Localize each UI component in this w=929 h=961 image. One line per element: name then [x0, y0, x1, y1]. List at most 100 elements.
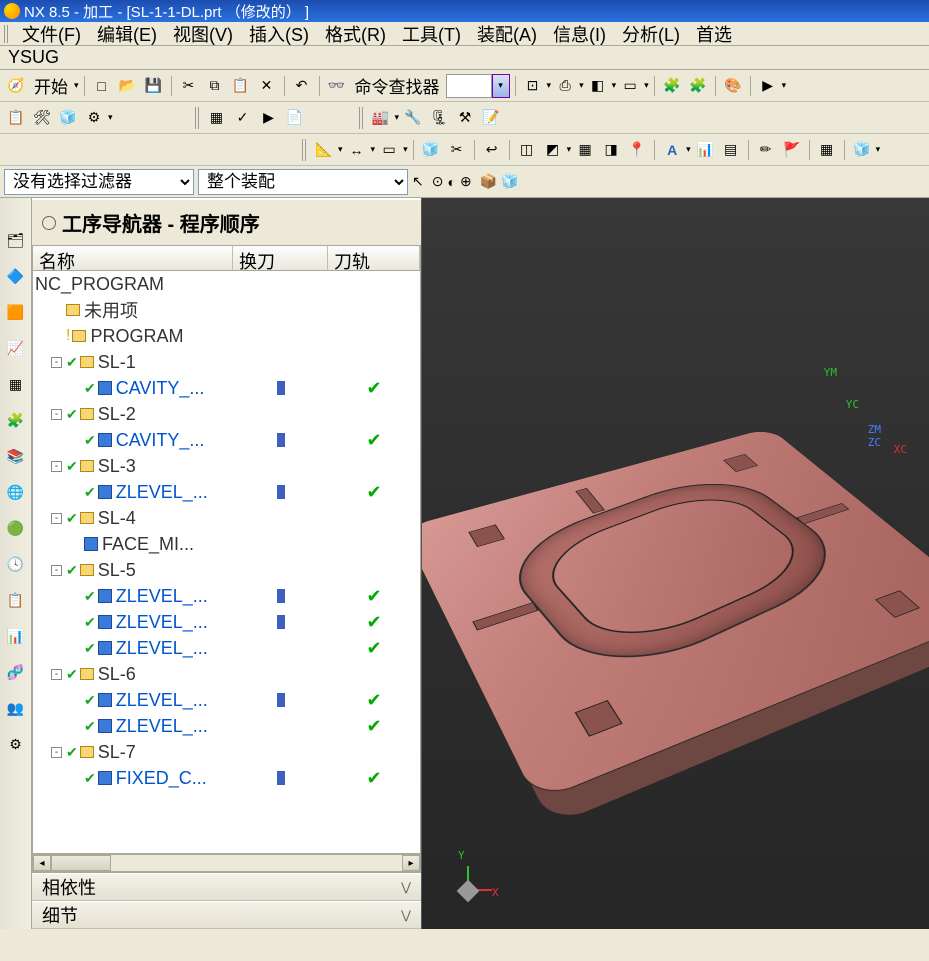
graph-icon[interactable]: 📊 [693, 138, 717, 162]
node-label[interactable]: CAVITY_... [116, 378, 205, 399]
node-label[interactable]: SL-7 [98, 742, 136, 763]
tool-icon[interactable]: 🔧 [401, 106, 425, 130]
window-icon[interactable]: ▭ [618, 74, 642, 98]
node-label[interactable]: ZLEVEL_... [116, 690, 208, 711]
box-b-icon[interactable]: 🧊 [501, 173, 518, 190]
tree-row[interactable]: FACE_MI... [33, 531, 420, 557]
box2-icon[interactable]: ◩ [541, 138, 565, 162]
expand-toggle-icon[interactable]: - [51, 513, 62, 524]
glasses-icon[interactable]: 👓 [325, 74, 349, 98]
expand-toggle-icon[interactable]: - [51, 747, 62, 758]
filter-scope-select[interactable]: 整个装配 [198, 169, 408, 195]
scroll-right-icon[interactable]: ▸ [402, 855, 420, 871]
table-icon[interactable]: ▦ [815, 138, 839, 162]
paste-icon[interactable]: 📋 [229, 74, 253, 98]
node-label[interactable]: CAVITY_... [116, 430, 205, 451]
start-label[interactable]: 开始 [30, 73, 72, 98]
sheet-tab-icon[interactable]: ▦ [4, 372, 28, 396]
tree-row[interactable]: -✔SL-5 [33, 557, 420, 583]
tree-row[interactable]: -✔SL-2 [33, 401, 420, 427]
tree-row[interactable]: NC_PROGRAM [33, 271, 420, 297]
cut-icon[interactable]: ✂ [177, 74, 201, 98]
node-label[interactable]: SL-5 [98, 560, 136, 581]
tree-row[interactable]: -✔SL-4 [33, 505, 420, 531]
node-label[interactable]: ZLEVEL_... [116, 716, 208, 737]
expand-toggle-icon[interactable]: - [51, 409, 62, 420]
pin-icon[interactable]: 📍 [625, 138, 649, 162]
simulate-icon[interactable]: ▶ [257, 106, 281, 130]
toolbar-grip-icon[interactable] [302, 139, 308, 161]
holder-icon[interactable]: 🗜 [427, 106, 451, 130]
flag-icon[interactable]: 🚩 [780, 138, 804, 162]
node-label[interactable]: SL-1 [98, 352, 136, 373]
tree-row[interactable]: -✔SL-6 [33, 661, 420, 687]
user-tab-icon[interactable]: 👥 [4, 696, 28, 720]
command-finder-input[interactable]: ▾ [446, 74, 510, 98]
node-label[interactable]: FACE_MI... [102, 534, 194, 555]
accordion-details[interactable]: 细节 ⋁ [32, 901, 421, 929]
col-tool[interactable]: 换刀 [233, 246, 328, 270]
horizontal-scrollbar[interactable]: ◂ ▸ [32, 854, 421, 872]
node-label[interactable]: SL-4 [98, 508, 136, 529]
cube-icon[interactable]: ◧ [586, 74, 610, 98]
node-label[interactable]: FIXED_C... [116, 768, 207, 789]
tree-row[interactable]: !PROGRAM [33, 323, 420, 349]
color-icon[interactable]: 🎨 [721, 74, 745, 98]
tree-row[interactable]: -✔SL-3 [33, 453, 420, 479]
pointer-icon[interactable]: ↖ [412, 173, 424, 190]
box1-icon[interactable]: ◫ [515, 138, 539, 162]
accordion-dependencies[interactable]: 相依性 ⋁ [32, 873, 421, 901]
tree-row[interactable]: ✔ZLEVEL_...✔ [33, 687, 420, 713]
undo-icon[interactable]: ↶ [290, 74, 314, 98]
history-tab-icon[interactable]: 🕓 [4, 552, 28, 576]
machine-tool-tab-icon[interactable]: 🔷 [4, 264, 28, 288]
tree-body[interactable]: NC_PROGRAM未用项!PROGRAM-✔SL-1✔CAVITY_...✔-… [32, 271, 421, 854]
node-label[interactable]: ZLEVEL_... [116, 638, 208, 659]
view3d-icon[interactable]: 🧊 [850, 138, 874, 162]
start-icon[interactable]: 🧭 [4, 74, 28, 98]
copy-icon[interactable]: ⧉ [203, 74, 227, 98]
pen-icon[interactable]: ✏ [754, 138, 778, 162]
col-path[interactable]: 刀轨 [328, 246, 420, 270]
box4-icon[interactable]: ◨ [599, 138, 623, 162]
new-icon[interactable]: □ [90, 74, 114, 98]
rect-icon[interactable]: ▭ [377, 138, 401, 162]
wave-tab-icon[interactable]: 🧩 [4, 408, 28, 432]
graphics-viewport[interactable]: XC ZM ZC YC YM Y X [422, 198, 929, 929]
list-tab-icon[interactable]: 📋 [4, 588, 28, 612]
view-fit-icon[interactable]: ⊡ [521, 74, 545, 98]
roles-tab-icon[interactable]: 📊 [4, 624, 28, 648]
box-a-icon[interactable]: 📦 [480, 173, 497, 190]
toolbar-grip-icon[interactable] [4, 25, 10, 43]
expand-toggle-icon[interactable]: - [51, 461, 62, 472]
expand-toggle-icon[interactable]: - [51, 565, 62, 576]
tree-row[interactable]: ✔ZLEVEL_...✔ [33, 609, 420, 635]
col-name[interactable]: 名称 [33, 246, 233, 270]
node-label[interactable]: SL-2 [98, 404, 136, 425]
snap-end-icon[interactable]: ⊙ [432, 173, 444, 190]
tree-row[interactable]: ✔ZLEVEL_...✔ [33, 583, 420, 609]
library-tab-icon[interactable]: 📚 [4, 444, 28, 468]
geometry-tab-icon[interactable]: 🟧 [4, 300, 28, 324]
menu-assemblies[interactable]: 装配(A) [469, 21, 545, 47]
component-select-icon[interactable]: 🧩 [686, 74, 710, 98]
scroll-left-icon[interactable]: ◂ [33, 855, 51, 871]
tree-row[interactable]: ✔CAVITY_...✔ [33, 375, 420, 401]
snap-ctr-icon[interactable]: ⊕ [460, 173, 472, 190]
expand-toggle-icon[interactable]: - [51, 669, 62, 680]
operation-navigator-tab-icon[interactable]: 🗂 [4, 228, 28, 252]
node-label[interactable]: NC_PROGRAM [35, 274, 164, 295]
create-geometry-icon[interactable]: 🧊 [56, 106, 80, 130]
settings-tab-icon[interactable]: ⚙ [4, 732, 28, 756]
measure-icon[interactable]: ↔ [345, 138, 369, 162]
expand-toggle-icon[interactable]: - [51, 357, 62, 368]
menu-view[interactable]: 视图(V) [165, 21, 241, 47]
menu-analysis[interactable]: 分析(L) [614, 21, 688, 47]
box3-icon[interactable]: ▦ [573, 138, 597, 162]
tree-row[interactable]: ✔FIXED_C...✔ [33, 765, 420, 791]
create-program-icon[interactable]: 📋 [4, 106, 28, 130]
tree-row[interactable]: ✔CAVITY_...✔ [33, 427, 420, 453]
create-tool-icon[interactable]: 🛠 [30, 106, 54, 130]
node-label[interactable]: SL-3 [98, 456, 136, 477]
verify-icon[interactable]: ✓ [231, 106, 255, 130]
